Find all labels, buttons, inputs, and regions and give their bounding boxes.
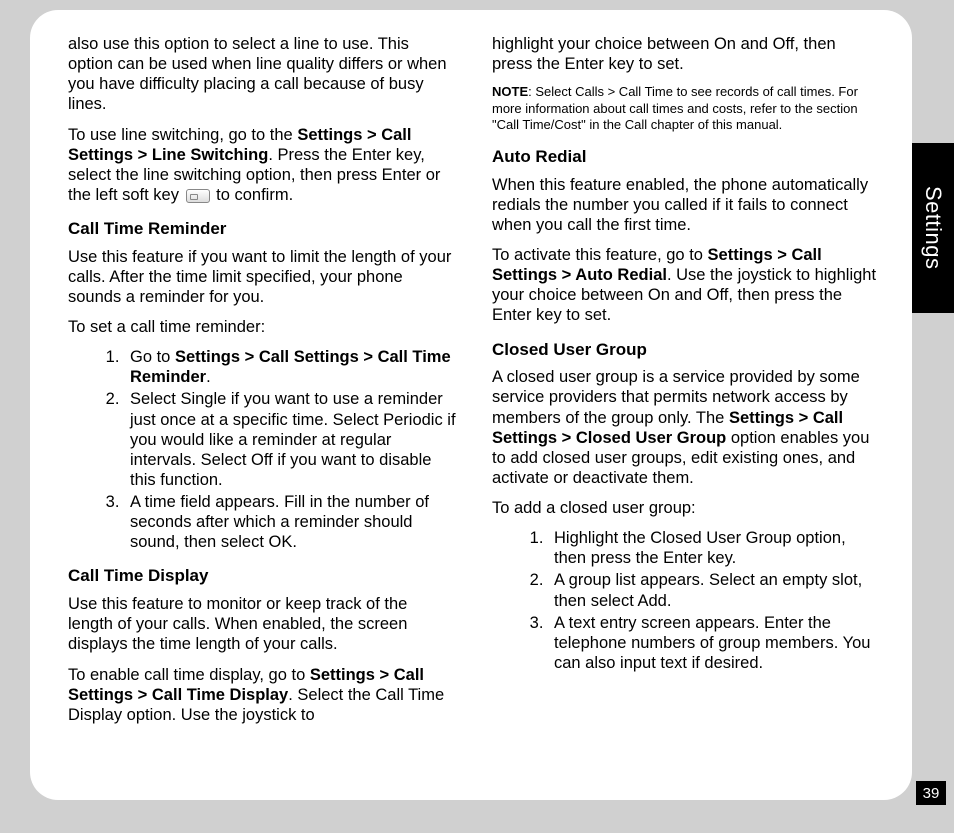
cug-paragraph-1: A closed user group is a service provide… bbox=[492, 367, 880, 488]
list-item: A group list appears. Select an empty sl… bbox=[548, 570, 880, 610]
ar-paragraph-2: To activate this feature, go to Settings… bbox=[492, 245, 880, 326]
continued-paragraph: highlight your choice between On and Off… bbox=[492, 34, 880, 74]
heading-closed-user-group: Closed User Group bbox=[492, 340, 880, 361]
cug-paragraph-2: To add a closed user group: bbox=[492, 498, 880, 518]
page-number: 39 bbox=[916, 781, 946, 805]
list-item: Highlight the Closed User Group option, … bbox=[548, 528, 880, 568]
text: . bbox=[206, 368, 211, 386]
ctd-paragraph-1: Use this feature to monitor or keep trac… bbox=[68, 594, 456, 654]
heading-call-time-display: Call Time Display bbox=[68, 566, 456, 587]
list-item: A time field appears. Fill in the number… bbox=[124, 492, 456, 552]
note-label: NOTE bbox=[492, 84, 528, 99]
ctd-paragraph-2: To enable call time display, go to Setti… bbox=[68, 665, 456, 725]
text: To use line switching, go to the bbox=[68, 126, 297, 144]
text: Go to bbox=[130, 348, 175, 366]
text: To enable call time display, go to bbox=[68, 666, 310, 684]
right-column: highlight your choice between On and Off… bbox=[488, 34, 880, 772]
left-column: also use this option to select a line to… bbox=[68, 34, 456, 772]
section-tab: Settings bbox=[912, 143, 954, 313]
ctr-paragraph-1: Use this feature if you want to limit th… bbox=[68, 247, 456, 307]
heading-auto-redial: Auto Redial bbox=[492, 147, 880, 168]
ar-paragraph-1: When this feature enabled, the phone aut… bbox=[492, 175, 880, 235]
menu-path: Settings > Call Settings > Call Time Rem… bbox=[130, 348, 451, 386]
section-tab-label: Settings bbox=[920, 186, 946, 270]
note: NOTE: Select Calls > Call Time to see re… bbox=[492, 84, 880, 133]
ctr-steps: Go to Settings > Call Settings > Call Ti… bbox=[68, 347, 456, 552]
note-text: : Select Calls > Call Time to see record… bbox=[492, 84, 858, 132]
page-content: also use this option to select a line to… bbox=[30, 10, 912, 800]
intro-paragraph-1: also use this option to select a line to… bbox=[68, 34, 456, 115]
text: To activate this feature, go to bbox=[492, 246, 708, 264]
intro-paragraph-2: To use line switching, go to the Setting… bbox=[68, 125, 456, 206]
heading-call-time-reminder: Call Time Reminder bbox=[68, 219, 456, 240]
list-item: Select Single if you want to use a remin… bbox=[124, 389, 456, 490]
list-item: Go to Settings > Call Settings > Call Ti… bbox=[124, 347, 456, 387]
softkey-icon bbox=[186, 189, 210, 203]
cug-steps: Highlight the Closed User Group option, … bbox=[492, 528, 880, 673]
list-item: A text entry screen appears. Enter the t… bbox=[548, 613, 880, 673]
ctr-paragraph-2: To set a call time reminder: bbox=[68, 317, 456, 337]
columns: also use this option to select a line to… bbox=[68, 34, 880, 772]
text: to confirm. bbox=[212, 186, 294, 204]
